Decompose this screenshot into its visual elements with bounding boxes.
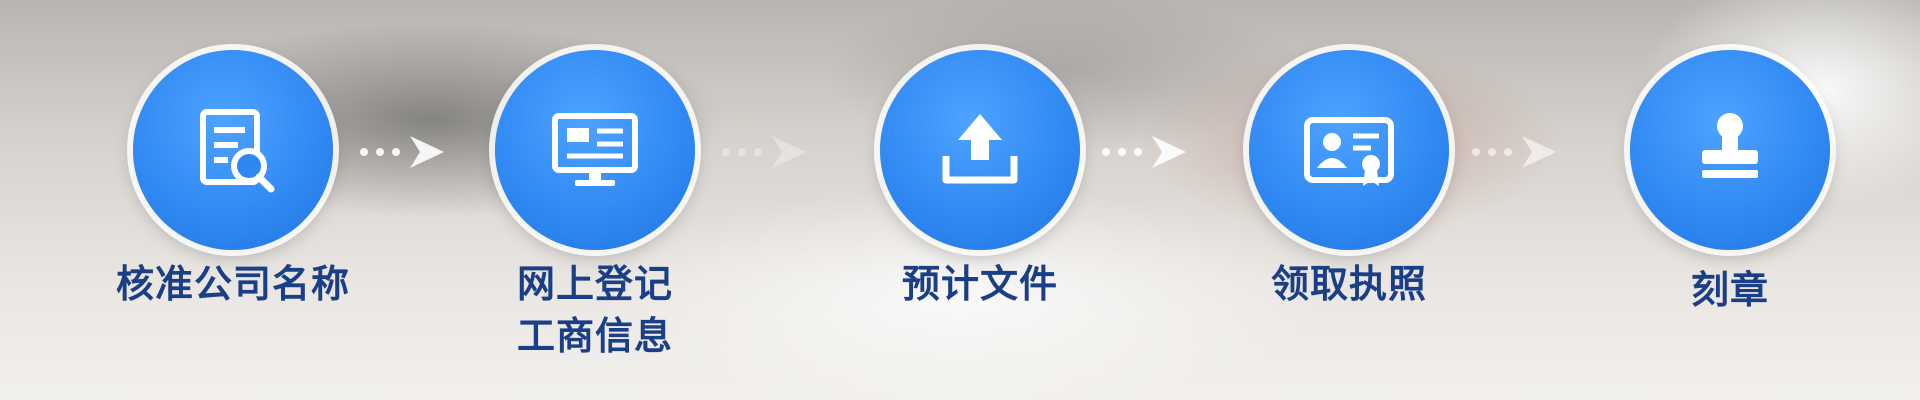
arrow-right-icon: [360, 136, 444, 168]
id-card-icon: [1304, 117, 1394, 186]
step-3-label: 预计文件: [820, 258, 1140, 310]
step-4-label-line-1: 领取执照: [1270, 262, 1427, 306]
step-2-label-line-2: 工商信息: [516, 314, 673, 358]
monitor-icon: [552, 113, 638, 186]
step-1-circle: [133, 50, 333, 250]
step-2-label-line-1: 网上登记: [516, 262, 673, 306]
step-5-circle: [1630, 50, 1830, 250]
step-3-circle: [880, 50, 1080, 250]
step-4-label: 领取执照: [1189, 258, 1509, 310]
step-3-label-line-1: 预计文件: [901, 262, 1058, 306]
arrow-right-icon: [1472, 136, 1556, 168]
search-document-icon: [200, 109, 275, 193]
step-2-circle: [495, 50, 695, 250]
step-5-label-line-1: 刻章: [1690, 268, 1769, 312]
step-1-label-line-1: 核准公司名称: [115, 262, 350, 306]
arrow-right-icon: [1102, 136, 1186, 168]
step-4-circle: [1249, 50, 1449, 250]
step-1-label: 核准公司名称: [73, 258, 393, 310]
upload-icon: [942, 114, 1018, 184]
step-2-label: 网上登记 工商信息: [435, 258, 755, 362]
process-banner: 核准公司名称 网上登记 工商信息 预计文件 领取执照 刻章: [0, 0, 1920, 400]
arrow-right-icon: [722, 136, 806, 168]
stamp-icon: [1702, 113, 1758, 178]
step-5-label: 刻章: [1570, 264, 1890, 316]
